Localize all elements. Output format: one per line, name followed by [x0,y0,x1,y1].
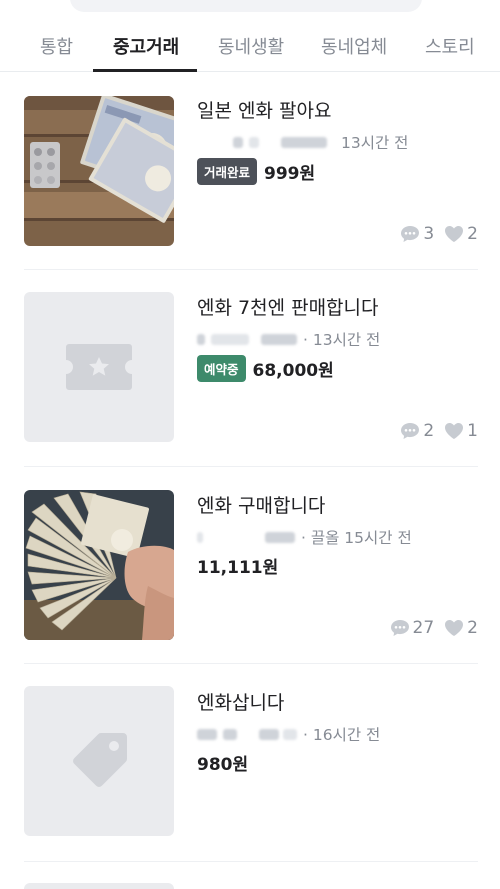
listing-item[interactable]: 엔화삽니다 · 16시간 전 980원 [0,664,500,862]
tab-neighborhood-life[interactable]: 동네생활 [218,33,284,59]
blurred-location [259,728,279,740]
chat-bubble-icon [400,225,420,243]
divider [24,861,478,862]
listing-meta: · 13시간 전 [197,328,380,350]
like-count: 2 [467,618,478,638]
listing-time: · 16시간 전 [303,726,381,744]
listing-thumbnail[interactable] [24,686,174,836]
listing-counts: 27 2 [390,618,478,638]
listing-price-row: 11,111원 [197,553,278,578]
listing-counts: 2 1 [400,421,478,441]
blurred-seller [197,728,217,740]
comment-count: 27 [412,618,435,638]
listing-time: · 13시간 전 [303,331,381,349]
listing-title: 엔화 구매합니다 [197,495,326,517]
status-badge: 거래완료 [197,158,258,185]
listing-item[interactable]: 엔화 7천엔 판매합니다 · 13시간 전 예약중 68,000원 2 1 [0,270,500,467]
chat-bubble-icon [390,619,410,637]
yen-photo-icon [24,96,174,246]
listing-price: 68,000원 [252,361,334,381]
listing-price: 980원 [197,755,249,775]
listing-time: 13시간 전 [341,134,409,152]
blurred-location [261,333,297,345]
blurred-location [281,136,327,148]
like-count: 2 [467,224,478,244]
listing-price-row: 예약중 68,000원 [197,355,334,382]
heart-icon [444,619,464,637]
listing-price: 11,111원 [197,558,279,578]
listing-time: · 끌올 15시간 전 [301,529,412,547]
tab-all[interactable]: 통합 [40,33,73,59]
listing-thumbnail[interactable] [24,292,174,442]
listing-item[interactable]: 일본 엔화 팔아요 13시간 전 거래완료 999원 3 2 [0,72,500,270]
tab-used-trade[interactable]: 중고거래 [113,33,179,59]
chat-bubble-icon [400,422,420,440]
listing-thumbnail-partial[interactable] [24,883,174,889]
blurred-seller [197,531,203,543]
listing-meta: · 16시간 전 [197,723,380,745]
listing-title: 엔화 7천엔 판매합니다 [197,297,379,319]
status-badge: 예약중 [197,355,246,382]
tag-placeholder-icon [73,733,127,787]
blurred-seller [233,136,243,148]
search-bar[interactable] [70,0,422,12]
listing-price-row: 거래완료 999원 [197,158,315,185]
listing-thumbnail[interactable] [24,490,174,640]
listing-title: 일본 엔화 팔아요 [197,100,332,122]
listing-meta: · 끌올 15시간 전 [197,526,412,548]
tab-local-business[interactable]: 동네업체 [321,33,387,59]
yen-fan-photo-icon [24,490,174,640]
heart-icon [444,422,464,440]
listing-counts: 3 2 [400,224,478,244]
blurred-seller [197,333,205,345]
listing-item[interactable]: 엔화 구매합니다 · 끌올 15시간 전 11,111원 27 2 [0,467,500,664]
like-count: 1 [467,421,478,441]
comment-count: 2 [423,421,435,441]
tab-story[interactable]: 스토리 [425,33,475,59]
listing-thumbnail[interactable] [24,96,174,246]
category-tabs: 통합 중고거래 동네생활 동네업체 스토리 [0,24,500,72]
heart-icon [444,225,464,243]
blurred-location [265,531,295,543]
listing-meta: 13시간 전 [197,131,408,153]
ticket-placeholder-icon [66,344,132,390]
listing-price-row: 980원 [197,750,248,775]
listing-title: 엔화삽니다 [197,692,285,714]
comment-count: 3 [423,224,435,244]
listing-price: 999원 [264,164,316,184]
